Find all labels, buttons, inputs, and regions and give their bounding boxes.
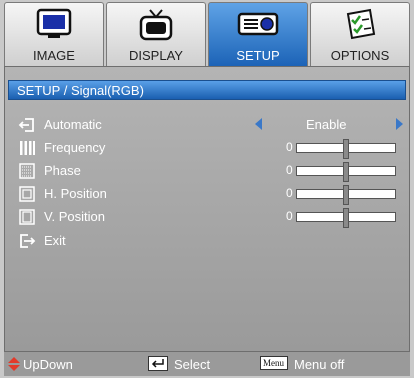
tv-icon: [139, 9, 173, 41]
menu-item-label: Frequency: [44, 140, 106, 155]
menu-item-automatic[interactable]: Automatic Enable: [18, 114, 403, 136]
exit-icon: [20, 234, 36, 248]
menu-title-bar: SETUP / Signal(RGB): [8, 80, 406, 100]
enter-key-icon: [148, 356, 168, 371]
menu-key-label: Menu: [263, 358, 284, 368]
frequency-icon: [20, 141, 35, 155]
h-position-icon: [19, 186, 35, 202]
tab-bar: IMAGE DISPLAY SETUP OPTIONS: [4, 2, 410, 66]
updown-icon: [8, 357, 20, 371]
footer-updown: UpDown: [23, 357, 73, 372]
menu-item-label: Exit: [44, 233, 66, 248]
frequency-slider[interactable]: [296, 139, 396, 159]
phase-value: 0: [286, 163, 293, 177]
tab-setup-label: SETUP: [236, 48, 280, 63]
tab-image[interactable]: IMAGE: [4, 2, 104, 66]
menu-title: SETUP / Signal(RGB): [17, 83, 144, 98]
tab-display[interactable]: DISPLAY: [106, 2, 206, 66]
menu-key-icon: Menu: [260, 356, 288, 370]
menu-item-label: Automatic: [44, 117, 102, 132]
menu-item-v-position[interactable]: V. Position 0: [18, 206, 402, 228]
v-position-slider[interactable]: [296, 208, 396, 228]
v-position-icon: [19, 209, 35, 225]
tab-image-label: IMAGE: [33, 48, 75, 63]
menu-item-label: H. Position: [44, 186, 107, 201]
automatic-icon: [18, 118, 34, 132]
phase-icon: [19, 163, 35, 179]
tab-options[interactable]: OPTIONS: [310, 2, 410, 66]
menu-item-h-position[interactable]: H. Position 0: [18, 183, 402, 205]
h-position-value: 0: [286, 186, 293, 200]
tab-options-label: OPTIONS: [330, 48, 390, 63]
menu-item-phase[interactable]: Phase 0: [18, 160, 402, 182]
checklist-icon: [346, 8, 376, 40]
footer-menu-off: Menu off: [294, 357, 345, 372]
projector-icon: [237, 12, 279, 36]
footer-bar: UpDown Select Menu Menu off: [4, 352, 410, 376]
frequency-value: 0: [286, 140, 293, 154]
menu-item-label: Phase: [44, 163, 81, 178]
phase-slider[interactable]: [296, 162, 396, 182]
slider-knob[interactable]: [343, 162, 349, 182]
arrow-right-icon[interactable]: [396, 118, 403, 130]
monitor-icon: [36, 8, 72, 38]
menu-item-exit[interactable]: Exit: [18, 230, 402, 252]
menu-item-label: V. Position: [44, 209, 105, 224]
slider-knob[interactable]: [343, 139, 349, 159]
slider-knob[interactable]: [343, 185, 349, 205]
automatic-value: Enable: [306, 117, 347, 132]
slider-knob[interactable]: [343, 208, 349, 228]
h-position-slider[interactable]: [296, 185, 396, 205]
menu-item-frequency[interactable]: Frequency 0: [18, 137, 402, 159]
osd-menu: IMAGE DISPLAY SETUP OPTIONS SETUP / Sign…: [0, 0, 414, 378]
tab-display-label: DISPLAY: [129, 48, 183, 63]
tab-setup[interactable]: SETUP: [208, 2, 308, 66]
v-position-value: 0: [286, 209, 293, 223]
arrow-left-icon[interactable]: [255, 118, 262, 130]
footer-select: Select: [174, 357, 211, 372]
